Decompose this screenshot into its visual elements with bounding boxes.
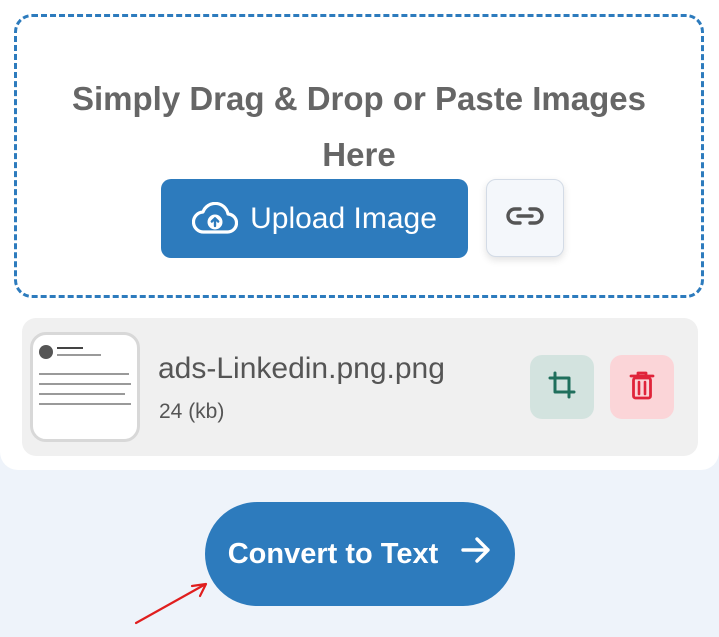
crop-icon [547, 370, 577, 405]
convert-to-text-label: Convert to Text [227, 537, 439, 570]
link-icon [505, 205, 545, 232]
upload-card: Simply Drag & Drop or Paste Images Here … [0, 0, 719, 470]
drop-zone-text: Simply Drag & Drop or Paste Images Here [71, 80, 646, 173]
file-name: ads-Linkedin.png.png [158, 352, 445, 385]
file-size: 24 (kb) [159, 400, 225, 423]
delete-button[interactable] [610, 355, 674, 419]
convert-to-text-button[interactable]: Convert to Text [205, 502, 515, 606]
annotation-arrow-icon [130, 578, 215, 633]
paste-url-button[interactable] [486, 179, 564, 257]
upload-image-label: Upload Image [250, 201, 437, 235]
crop-button[interactable] [530, 355, 594, 419]
trash-icon [628, 369, 656, 406]
upload-image-button[interactable]: Upload Image [161, 179, 468, 258]
drop-zone[interactable]: Simply Drag & Drop or Paste Images Here … [14, 14, 704, 298]
cloud-upload-icon [192, 201, 239, 236]
arrow-right-icon [460, 536, 492, 572]
file-thumbnail [30, 332, 140, 442]
file-list-item: ads-Linkedin.png.png 24 (kb) [22, 318, 698, 456]
